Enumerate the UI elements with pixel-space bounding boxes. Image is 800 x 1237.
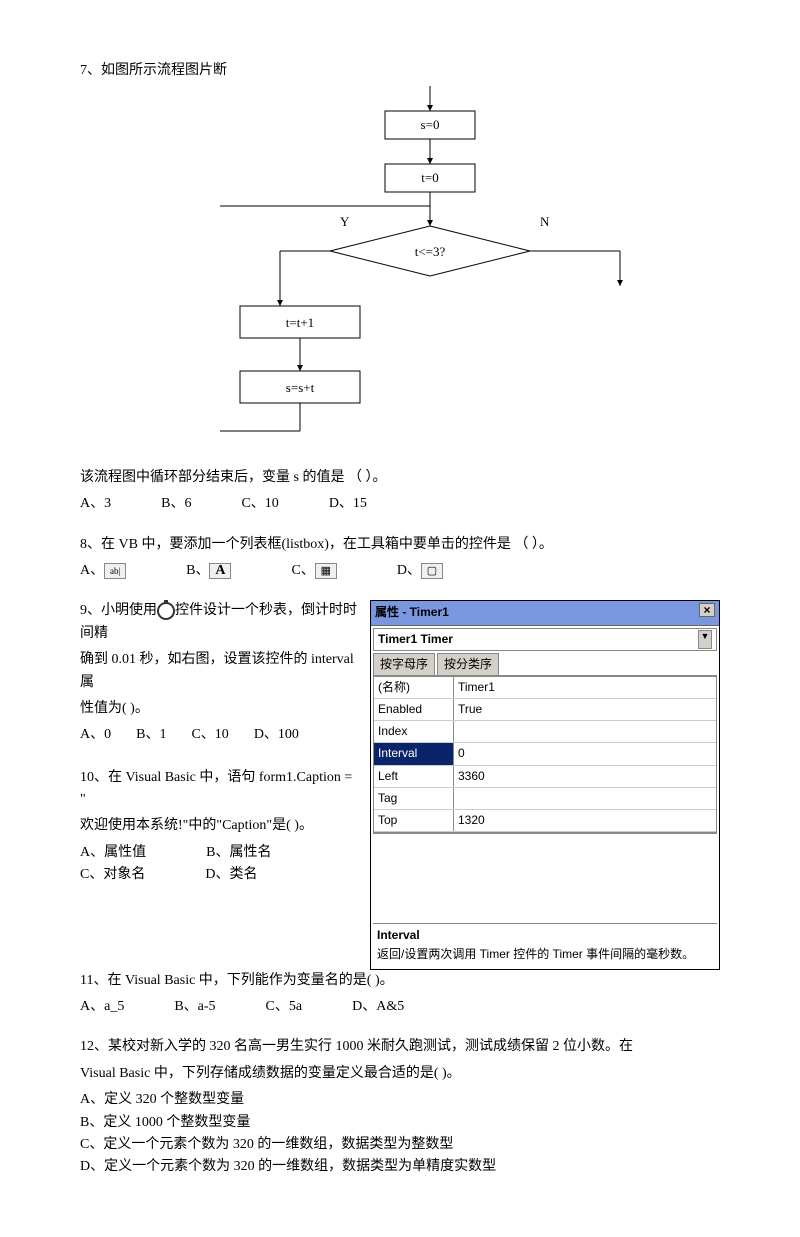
properties-blank-area [373, 833, 717, 923]
q11-opt-c: C、5a [266, 996, 303, 1018]
q8-opt-d: D、▢ [397, 560, 443, 582]
properties-tabs: 按字母序 按分类序 [373, 653, 717, 676]
prop-row-left[interactable]: Left3360 [374, 766, 716, 788]
flow-s0: s=0 [421, 117, 440, 132]
q12-opt-b: B、定义 1000 个整数型变量 [80, 1112, 720, 1134]
question-9: 9、小明使用控件设计一个秒表，倒计时时间精 确到 0.01 秒，如右图，设置该控… [80, 600, 360, 746]
q9-line2: 确到 0.01 秒，如右图，设置该控件的 interval 属 [80, 649, 360, 694]
properties-title-text: 属性 - Timer1 [375, 603, 449, 622]
q10-opt-d: D、类名 [205, 864, 257, 886]
q9-line1: 9、小明使用控件设计一个秒表，倒计时时间精 [80, 600, 360, 645]
q10-line1: 10、在 Visual Basic 中，语句 form1.Caption = " [80, 767, 360, 812]
q9-opt-b: B、1 [136, 724, 166, 746]
q10-options-row1: A、属性值 B、属性名 [80, 842, 360, 864]
q7-opt-d: D、15 [329, 493, 367, 515]
question-7: 7、如图所示流程图片断 s=0 t=0 t<=3? Y [80, 60, 720, 516]
question-10: 10、在 Visual Basic 中，语句 form1.Caption = "… [80, 767, 360, 887]
q10-options-row2: C、对象名 D、类名 [80, 864, 360, 886]
close-icon[interactable]: × [699, 603, 715, 617]
q8-text: 8、在 VB 中，要添加一个列表框(listbox)，在工具箱中要单击的控件是 … [80, 534, 720, 556]
q12-line1: 12、某校对新入学的 320 名高一男生实行 1000 米耐久跑测试，测试成绩保… [80, 1036, 720, 1058]
flow-t0: t=0 [421, 170, 438, 185]
q7-options: A、3 B、6 C、10 D、15 [80, 493, 720, 515]
properties-description: Interval 返回/设置两次调用 Timer 控件的 Timer 事件间隔的… [373, 923, 717, 966]
q10-opt-c: C、对象名 [80, 864, 145, 886]
flow-y-label: Y [340, 214, 350, 229]
prop-row-tag[interactable]: Tag [374, 788, 716, 810]
q10-opt-a: A、属性值 [80, 842, 146, 864]
timer-icon [157, 602, 175, 620]
q9-q10-row: 9、小明使用控件设计一个秒表，倒计时时间精 确到 0.01 秒，如右图，设置该控… [80, 600, 720, 969]
q11-opt-b: B、a-5 [174, 996, 215, 1018]
object-combo-text: Timer1 Timer [378, 630, 453, 649]
flow-cond: t<=3? [415, 244, 446, 259]
flow-n-label: N [540, 214, 550, 229]
q12-opt-d: D、定义一个元素个数为 320 的一维数组，数据类型为单精度实数型 [80, 1156, 720, 1178]
q9-opt-d: D、100 [254, 724, 299, 746]
tab-alphabetic[interactable]: 按字母序 [373, 653, 435, 675]
q7-opt-b: B、6 [161, 493, 191, 515]
question-11: 11、在 Visual Basic 中，下列能作为变量名的是( )。 A、a_5… [80, 970, 720, 1019]
prop-row-index[interactable]: Index [374, 721, 716, 743]
prop-row-enabled[interactable]: EnabledTrue [374, 699, 716, 721]
q10-opt-b: B、属性名 [206, 842, 271, 864]
q11-opt-d: D、A&5 [352, 996, 404, 1018]
flowchart-svg: s=0 t=0 t<=3? Y N t=t+1 s=s+t [220, 86, 640, 446]
desc-body: 返回/设置两次调用 Timer 控件的 Timer 事件间隔的毫秒数。 [377, 947, 694, 961]
flow-step1: t=t+1 [286, 315, 314, 330]
q8-options: A、ab| B、A C、▦ D、▢ [80, 560, 720, 582]
q9-line3: 性值为( )。 [80, 698, 360, 720]
q12-opt-a: A、定义 320 个整数型变量 [80, 1089, 720, 1111]
flow-step2: s=s+t [286, 380, 315, 395]
q7-title: 7、如图所示流程图片断 [80, 60, 720, 82]
q12-opt-c: C、定义一个元素个数为 320 的一维数组，数据类型为整数型 [80, 1134, 720, 1156]
flowchart: s=0 t=0 t<=3? Y N t=t+1 s=s+t [220, 86, 720, 454]
q11-text: 11、在 Visual Basic 中，下列能作为变量名的是( )。 [80, 970, 720, 992]
q11-options: A、a_5 B、a-5 C、5a D、A&5 [80, 996, 720, 1018]
properties-titlebar: 属性 - Timer1 × [371, 601, 719, 625]
desc-title: Interval [377, 926, 713, 945]
q7-opt-c: C、10 [241, 493, 278, 515]
question-12: 12、某校对新入学的 320 名高一男生实行 1000 米耐久跑测试，测试成绩保… [80, 1036, 720, 1178]
label-icon: A [209, 563, 231, 579]
q12-line2: Visual Basic 中，下列存储成绩数据的变量定义最合适的是( )。 [80, 1063, 720, 1085]
q11-opt-a: A、a_5 [80, 996, 124, 1018]
prop-row-interval[interactable]: Interval0 [374, 743, 716, 765]
object-combo[interactable]: Timer1 Timer ▼ [373, 628, 717, 651]
shape-icon: ▢ [421, 563, 443, 579]
chevron-down-icon[interactable]: ▼ [698, 630, 712, 649]
q9-opt-c: C、10 [191, 724, 228, 746]
prop-row-name[interactable]: (名称)Timer1 [374, 677, 716, 699]
tab-categorized[interactable]: 按分类序 [437, 653, 499, 675]
properties-window: 属性 - Timer1 × Timer1 Timer ▼ 按字母序 按分类序 (… [370, 600, 720, 969]
q9-options: A、0 B、1 C、10 D、100 [80, 724, 360, 746]
q9-opt-a: A、0 [80, 724, 111, 746]
q10-line2: 欢迎使用本系统!"中的"Caption"是( )。 [80, 815, 360, 837]
q8-opt-a: A、ab| [80, 560, 126, 582]
q8-opt-b: B、A [186, 560, 231, 582]
q7-after: 该流程图中循环部分结束后，变量 s 的值是 （ ）。 [80, 467, 720, 489]
q8-opt-c: C、▦ [291, 560, 336, 582]
properties-grid: (名称)Timer1 EnabledTrue Index Interval0 L… [373, 676, 717, 833]
prop-row-top[interactable]: Top1320 [374, 810, 716, 832]
listbox-icon: ▦ [315, 563, 337, 579]
question-8: 8、在 VB 中，要添加一个列表框(listbox)，在工具箱中要单击的控件是 … [80, 534, 720, 583]
textbox-icon: ab| [104, 563, 126, 579]
q7-opt-a: A、3 [80, 493, 111, 515]
